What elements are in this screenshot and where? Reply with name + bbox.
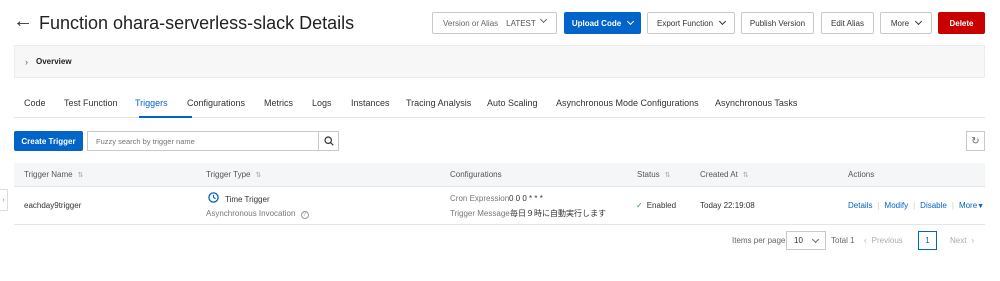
tab-tracing-analysis[interactable]: Tracing Analysis (406, 98, 471, 108)
modify-link[interactable]: Modify (885, 201, 909, 210)
col-trigger-type[interactable]: Trigger Type ⇅ (206, 170, 261, 179)
row-actions: Details | Modify | Disable | More▼ (848, 201, 985, 210)
export-function-label: Export Function (656, 18, 714, 28)
caret-down-icon: ▼ (977, 203, 985, 210)
chevron-left-icon: ‹ (864, 235, 867, 245)
sort-icon: ⇅ (742, 172, 749, 179)
tab-triggers[interactable]: Triggers (135, 98, 168, 108)
sort-icon: ⇅ (664, 172, 671, 179)
create-trigger-button[interactable]: Create Trigger (14, 131, 83, 151)
delete-button[interactable]: Delete (938, 12, 985, 34)
page-number-current[interactable]: 1 (918, 231, 937, 250)
items-per-page-value: 10 (794, 236, 803, 245)
tab-async-mode-config[interactable]: Asynchronous Mode Configurations (556, 98, 699, 108)
cron-value: 0 0 0 * * * (509, 194, 543, 203)
trigger-search-input[interactable] (87, 131, 319, 151)
total-count: Total 1 (831, 235, 855, 245)
refresh-button[interactable]: ↻ (966, 131, 985, 151)
message-value: 毎日９時に自動実行します (510, 209, 606, 218)
overview-panel[interactable]: › Overview (14, 45, 985, 78)
search-icon (323, 136, 334, 146)
row-more-link[interactable]: More▼ (959, 201, 984, 210)
tab-instances[interactable]: Instances (351, 98, 390, 108)
side-panel-toggle[interactable]: › (0, 189, 8, 211)
chevron-down-icon (811, 235, 820, 244)
version-alias-select[interactable]: Version or Alias LATEST (432, 12, 557, 34)
back-arrow-icon[interactable]: ← (13, 9, 33, 33)
publish-version-button[interactable]: Publish Version (741, 12, 814, 34)
tab-logs[interactable]: Logs (312, 98, 332, 108)
tab-code[interactable]: Code (24, 98, 46, 108)
page-title: Function ohara-serverless-slack Details (39, 13, 355, 33)
chevron-down-icon (915, 17, 923, 26)
refresh-icon: ↻ (971, 135, 980, 147)
tab-metrics[interactable]: Metrics (264, 98, 293, 108)
page-header: ← Function ohara-serverless-slack Detail… (0, 0, 1000, 44)
trigger-name: eachday9trigger (24, 201, 82, 210)
clock-icon (208, 192, 219, 205)
edit-alias-button[interactable]: Edit Alias (821, 12, 874, 34)
trigger-type: Time Trigger (225, 195, 270, 204)
message-label: Trigger Message (450, 209, 510, 218)
more-label: More (890, 18, 910, 28)
col-trigger-name[interactable]: Trigger Name ⇅ (24, 170, 83, 179)
version-alias-value: LATEST (506, 18, 536, 28)
check-icon: ✓ (636, 201, 643, 210)
items-per-page-select[interactable]: 10 (786, 231, 826, 250)
col-actions: Actions (848, 170, 875, 179)
export-function-button[interactable]: Export Function (647, 12, 735, 34)
disable-link[interactable]: Disable (920, 201, 947, 210)
chevron-down-icon (539, 15, 548, 24)
chevron-right-icon: › (2, 196, 5, 204)
details-link[interactable]: Details (848, 201, 872, 210)
sort-icon: ⇅ (255, 172, 262, 179)
tab-auto-scaling[interactable]: Auto Scaling (487, 98, 538, 108)
next-page-button[interactable]: Next › (950, 231, 974, 249)
version-alias-label: Version or Alias (443, 18, 499, 28)
upload-code-button[interactable]: Upload Code (564, 12, 641, 34)
chevron-right-icon: › (25, 56, 28, 67)
created-at: Today 22:19:08 (700, 201, 755, 210)
tab-bar: Code Test Function Triggers Configuratio… (14, 92, 985, 118)
tab-configurations[interactable]: Configurations (187, 98, 245, 108)
search-button[interactable] (318, 131, 339, 151)
chevron-right-icon: › (971, 235, 975, 245)
table-row: eachday9trigger Time Trigger Asynchronou… (14, 187, 985, 225)
previous-page-button[interactable]: ‹ Previous (864, 231, 903, 249)
tab-test-function[interactable]: Test Function (64, 98, 118, 108)
cron-label: Cron Expression (450, 194, 510, 203)
chevron-down-icon (718, 17, 727, 26)
upload-code-label: Upload Code (571, 18, 622, 28)
items-per-page-label: Items per page: (732, 235, 788, 245)
sort-icon: ⇅ (77, 172, 84, 179)
overview-label: Overview (36, 57, 72, 66)
col-created-at[interactable]: Created At ⇅ (700, 170, 749, 179)
chevron-down-icon (627, 17, 635, 26)
col-status[interactable]: Status ⇅ (637, 170, 671, 179)
invocation-mode: Asynchronous Invocation ? (206, 209, 309, 219)
active-tab-indicator (139, 116, 192, 118)
col-configurations: Configurations (450, 170, 502, 179)
more-button[interactable]: More (880, 12, 932, 34)
tab-async-tasks[interactable]: Asynchronous Tasks (715, 98, 797, 108)
table-header: Trigger Name ⇅ Trigger Type ⇅ Configuratio… (14, 163, 985, 187)
status-badge: ✓ Enabled (636, 201, 677, 210)
help-icon[interactable]: ? (300, 211, 309, 219)
